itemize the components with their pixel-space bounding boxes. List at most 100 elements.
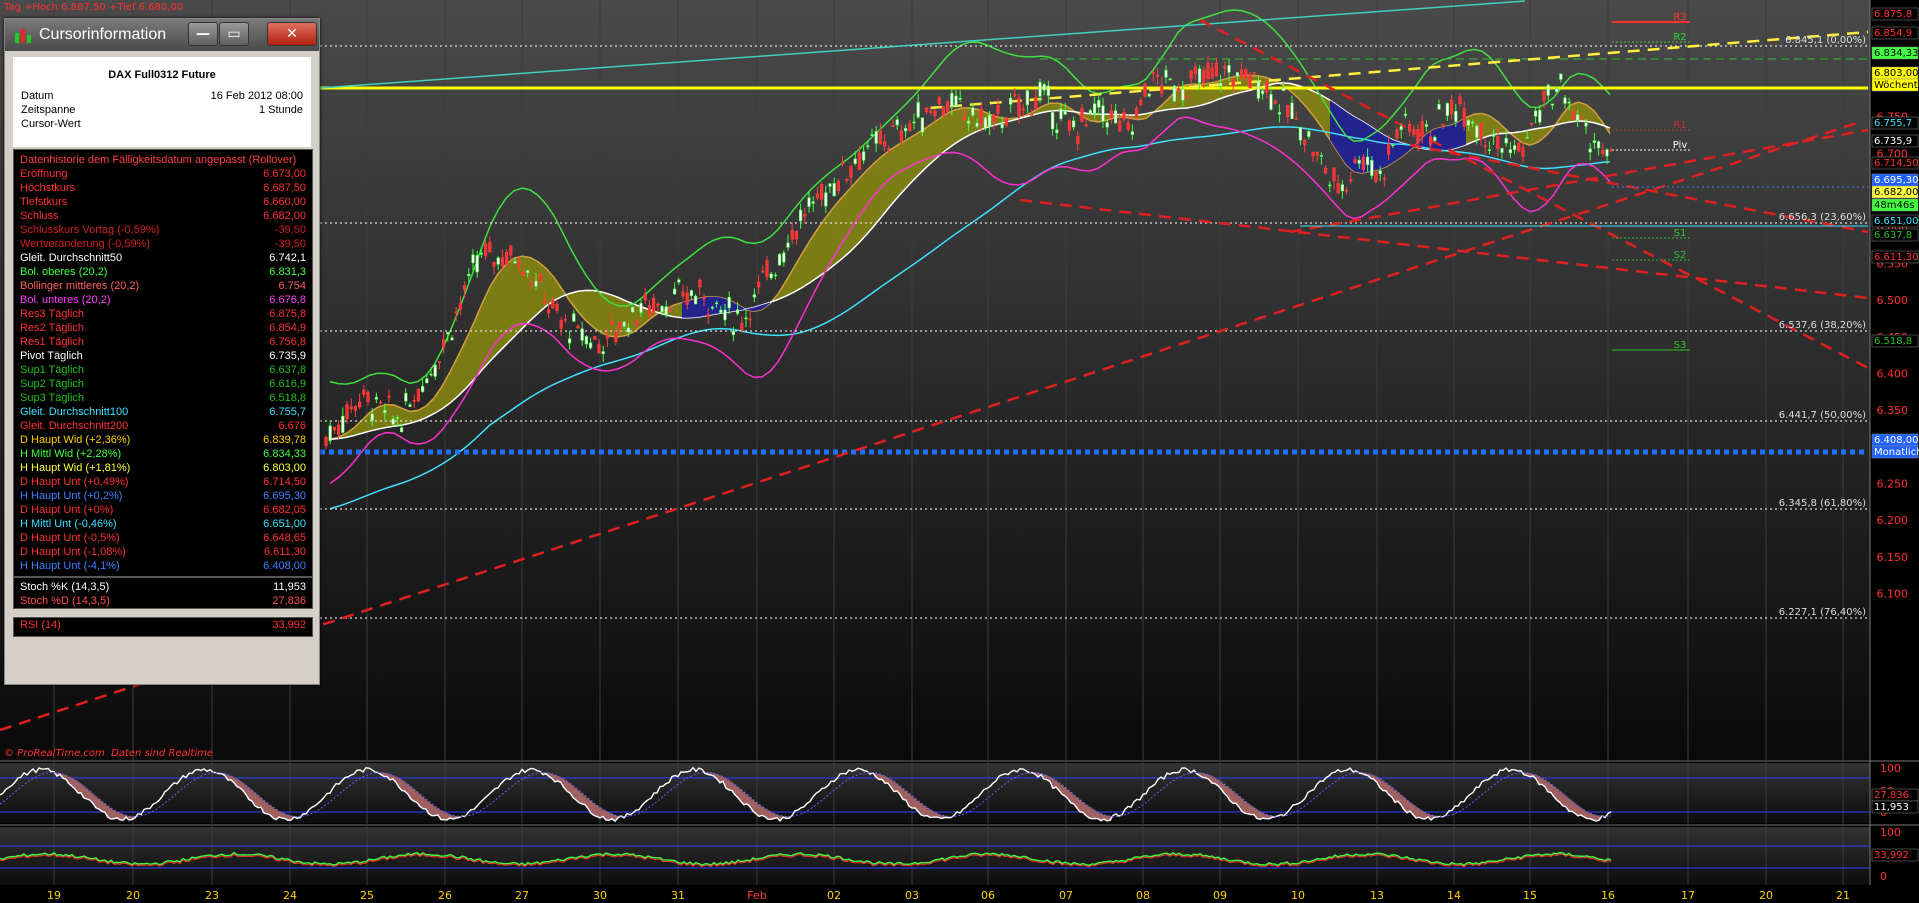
indicator-value: 6.676,8	[269, 294, 306, 306]
date-label: 15	[1523, 889, 1537, 902]
ohlc-header: Tag +Hoch 6.887,50 +Tief 6.680,00	[4, 2, 184, 13]
minimize-button[interactable]: —	[188, 22, 218, 46]
indicator-label: Sup3 Täglich	[20, 392, 85, 404]
date-label: 31	[671, 889, 685, 902]
indicator-label: H Haupt Unt (+0,2%)	[20, 490, 123, 502]
indicator-row: Eröffnung 6.673,00	[14, 167, 312, 181]
price-box: 11,953	[1871, 800, 1919, 814]
indicator-row: Höchstkurs 6.687,50	[14, 181, 312, 195]
indicator-label: Wertveränderung (-0,59%)	[20, 238, 151, 250]
close-button[interactable]: ✕	[267, 22, 317, 46]
indicator-value: -39,50	[274, 238, 306, 250]
price-box: 6.611,30	[1871, 250, 1919, 264]
date-label: 14	[1447, 889, 1461, 902]
price-box-text: 6.651,00	[1874, 216, 1919, 227]
indicator-value: 6.676	[278, 420, 306, 432]
indicator-label: Sup2 Täglich	[20, 378, 85, 390]
indicator-label: H Haupt Unt (-4,1%)	[20, 560, 120, 572]
indicator-label: Bol. oberes (20,2)	[20, 266, 108, 278]
cursor-info-window[interactable]: Cursorinformation — ▭ ✕ DAX Full0312 Fut…	[4, 18, 320, 685]
indicator-value: 6.803,00	[263, 462, 306, 474]
stoch-value: 11,953	[273, 581, 306, 593]
price-tick: 6.150	[1877, 551, 1909, 564]
info-row: Zeitspanne 1 Stunde	[13, 103, 311, 117]
pivot-tag: S2	[1674, 250, 1687, 261]
indicator-row: D Haupt Unt (+0%) 6.682,05	[14, 503, 312, 517]
price-box-text: 11,953	[1874, 802, 1909, 813]
indicator-value: -39,50	[274, 224, 306, 236]
price-tick: 6.400	[1877, 367, 1909, 380]
stoch-value: 27,836	[272, 595, 306, 607]
price-box: 6.803,00	[1871, 66, 1919, 80]
indicator-values-panel: Datenhistorie dem Fälligkeitsdatum angep…	[13, 149, 313, 577]
indicator-row: D Haupt Unt (-0,5%) 6.648,65	[14, 531, 312, 545]
indicator-label: D Haupt Unt (+0,49%)	[20, 476, 129, 488]
indicator-value: 6.714,50	[263, 476, 306, 488]
indicator-value: 6.648,65	[263, 532, 306, 544]
indicator-value: 6.695,30	[263, 490, 306, 502]
price-box-text: 6.408,00	[1874, 435, 1919, 446]
indicator-value: 6.673,00	[263, 168, 306, 180]
price-box-text: 6.735,9	[1874, 136, 1912, 147]
indicator-row: Datenhistorie dem Fälligkeitsdatum angep…	[14, 153, 312, 167]
price-box-text: Wöchentlich	[1874, 80, 1919, 91]
price-box: 6.682,00	[1871, 185, 1919, 199]
rsi-panel-bg	[0, 827, 1870, 885]
price-box: 6.854,9	[1871, 26, 1919, 40]
maximize-button[interactable]: ▭	[219, 22, 249, 46]
indicator-row: Sup3 Täglich 6.518,8	[14, 391, 312, 405]
date-label: 23	[205, 889, 219, 902]
pivot-tag: R2	[1673, 32, 1686, 43]
indicator-row: Gleit. Durchschnitt100 6.755,7	[14, 405, 312, 419]
indicator-row: D Haupt Unt (+0,49%) 6.714,50	[14, 475, 312, 489]
window-titlebar[interactable]: Cursorinformation — ▭ ✕	[5, 19, 319, 51]
date-label: 24	[283, 889, 297, 902]
indicator-row: H Mittl Unt (-0,46%) 6.651,00	[14, 517, 312, 531]
indicator-label: Gleit. Durchschnitt200	[20, 420, 129, 432]
price-tick: 6.100	[1877, 588, 1909, 601]
minimize-icon: —	[196, 26, 210, 42]
indicator-label: Gleit. Durchschnitt50	[20, 252, 123, 264]
indicator-value: 6.754	[278, 280, 306, 292]
indicator-row: Schlusskurs Vortag (-0,59%) -39,50	[14, 223, 312, 237]
indicator-label: D Haupt Unt (+0%)	[20, 504, 114, 516]
date-label: 03	[905, 889, 919, 902]
indicator-label: Res1 Täglich	[20, 336, 84, 348]
price-tick: 6.500	[1877, 294, 1909, 307]
price-box: 48m46s	[1871, 198, 1919, 212]
indicator-value: 6.518,8	[269, 392, 306, 404]
price-box: 6.755,7	[1871, 116, 1919, 130]
indicator-label: Gleit. Durchschnitt100	[20, 406, 129, 418]
indicator-value: 6.755,7	[269, 406, 306, 418]
indicator-label: Höchstkurs	[20, 182, 76, 194]
date-label: Feb	[747, 889, 766, 902]
cursor-info-header: DAX Full0312 Future Datum 16 Feb 2012 08:…	[13, 57, 311, 147]
info-label: Zeitspanne	[21, 104, 76, 116]
indicator-row: Res1 Täglich 6.756,8	[14, 335, 312, 349]
price-box-text: 6.875,8	[1874, 9, 1912, 20]
price-tick: 6.350	[1877, 404, 1909, 417]
brand-footer: © ProRealTime.com Daten sind Realtime	[4, 748, 213, 759]
indicator-value: 6.682,05	[263, 504, 306, 516]
date-label: 21	[1836, 889, 1850, 902]
stoch-tick: 100	[1880, 762, 1901, 775]
price-box-text: 6.714,50	[1874, 158, 1919, 169]
info-value: 1 Stunde	[258, 104, 303, 116]
indicator-label: Schlusskurs Vortag (-0,59%)	[20, 224, 160, 236]
price-box-text: 6.518,8	[1874, 336, 1912, 347]
pivot-tag: R1	[1673, 120, 1686, 131]
info-label: Datum	[21, 90, 54, 102]
fib-label: 6.656,3 (23,60%)	[1779, 212, 1866, 223]
date-label: 30	[593, 889, 607, 902]
price-box: 6.637,8	[1871, 228, 1919, 242]
indicator-value: 6.682,00	[263, 210, 306, 222]
fib-label: 6.227,1 (76,40%)	[1779, 607, 1866, 618]
stoch-label: Stoch %K (14,3,5)	[20, 581, 110, 593]
chart-app-icon	[15, 27, 31, 43]
indicator-row: Res2 Täglich 6.854,9	[14, 321, 312, 335]
price-box: 6.714,50	[1871, 156, 1919, 170]
price-box-text: 6.637,8	[1874, 230, 1912, 241]
indicator-label: Bol. unteres (20,2)	[20, 294, 111, 306]
indicator-value: 6.735,9	[269, 350, 306, 362]
indicator-row: Tiefstkurs 6.660,00	[14, 195, 312, 209]
